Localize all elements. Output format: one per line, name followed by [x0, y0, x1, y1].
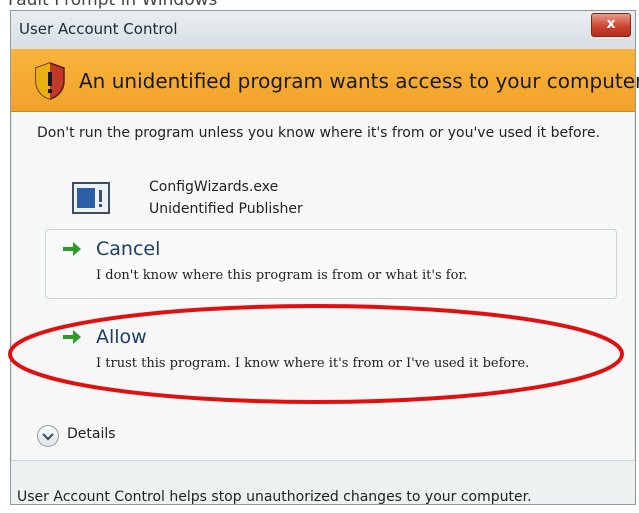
allow-option-description: I trust this program. I know where it's … [96, 356, 530, 371]
details-label: Details [67, 426, 116, 442]
close-button[interactable]: x [591, 13, 631, 37]
green-arrow-icon [63, 330, 81, 344]
program-publisher: Unidentified Publisher [149, 201, 303, 217]
program-name: ConfigWizards.exe [149, 179, 279, 195]
warning-banner: An unidentified program wants access to … [11, 49, 639, 112]
banner-heading: An unidentified program wants access to … [79, 69, 639, 93]
warning-message: Don't run the program unless you know wh… [37, 125, 601, 141]
cancel-option-description: I don't know where this program is from … [96, 268, 468, 283]
cancel-option[interactable]: Cancel I don't know where this program i… [45, 229, 617, 299]
allow-option[interactable]: Allow I trust this program. I know where… [45, 317, 617, 387]
window-title: User Account Control [19, 20, 178, 38]
close-icon: x [606, 16, 616, 32]
uac-dialog: User Account Control x An unidentified p… [10, 10, 639, 505]
application-icon [72, 182, 110, 214]
cropped-caption: Fault Prompt in Windows [8, 0, 218, 10]
allow-option-title: Allow [96, 326, 147, 348]
title-bar: User Account Control x [11, 11, 635, 50]
chevron-down-icon [37, 425, 59, 447]
footer-text: User Account Control helps stop unauthor… [17, 489, 532, 505]
green-arrow-icon [63, 242, 81, 256]
cancel-option-title: Cancel [96, 238, 161, 260]
footer: User Account Control helps stop unauthor… [11, 461, 635, 505]
shield-warning-icon [35, 62, 65, 100]
